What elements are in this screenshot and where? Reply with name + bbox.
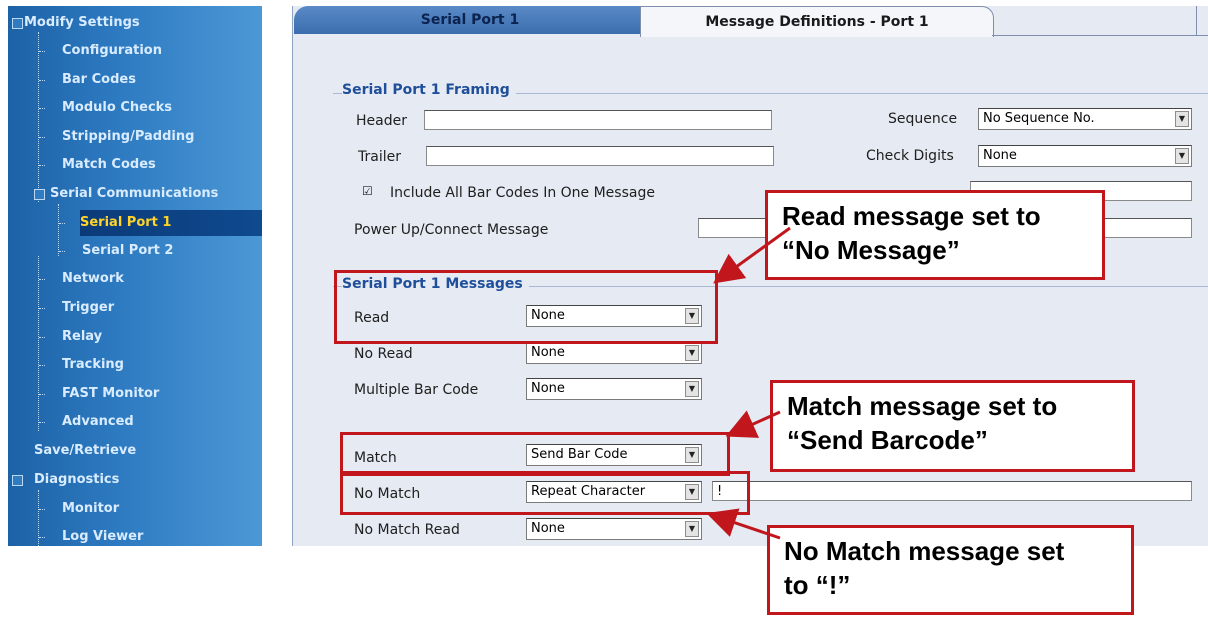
callout-arrows	[706, 226, 791, 540]
no-match-arrow	[706, 508, 781, 540]
read-arrow	[713, 226, 791, 284]
match-arrow	[725, 410, 781, 438]
